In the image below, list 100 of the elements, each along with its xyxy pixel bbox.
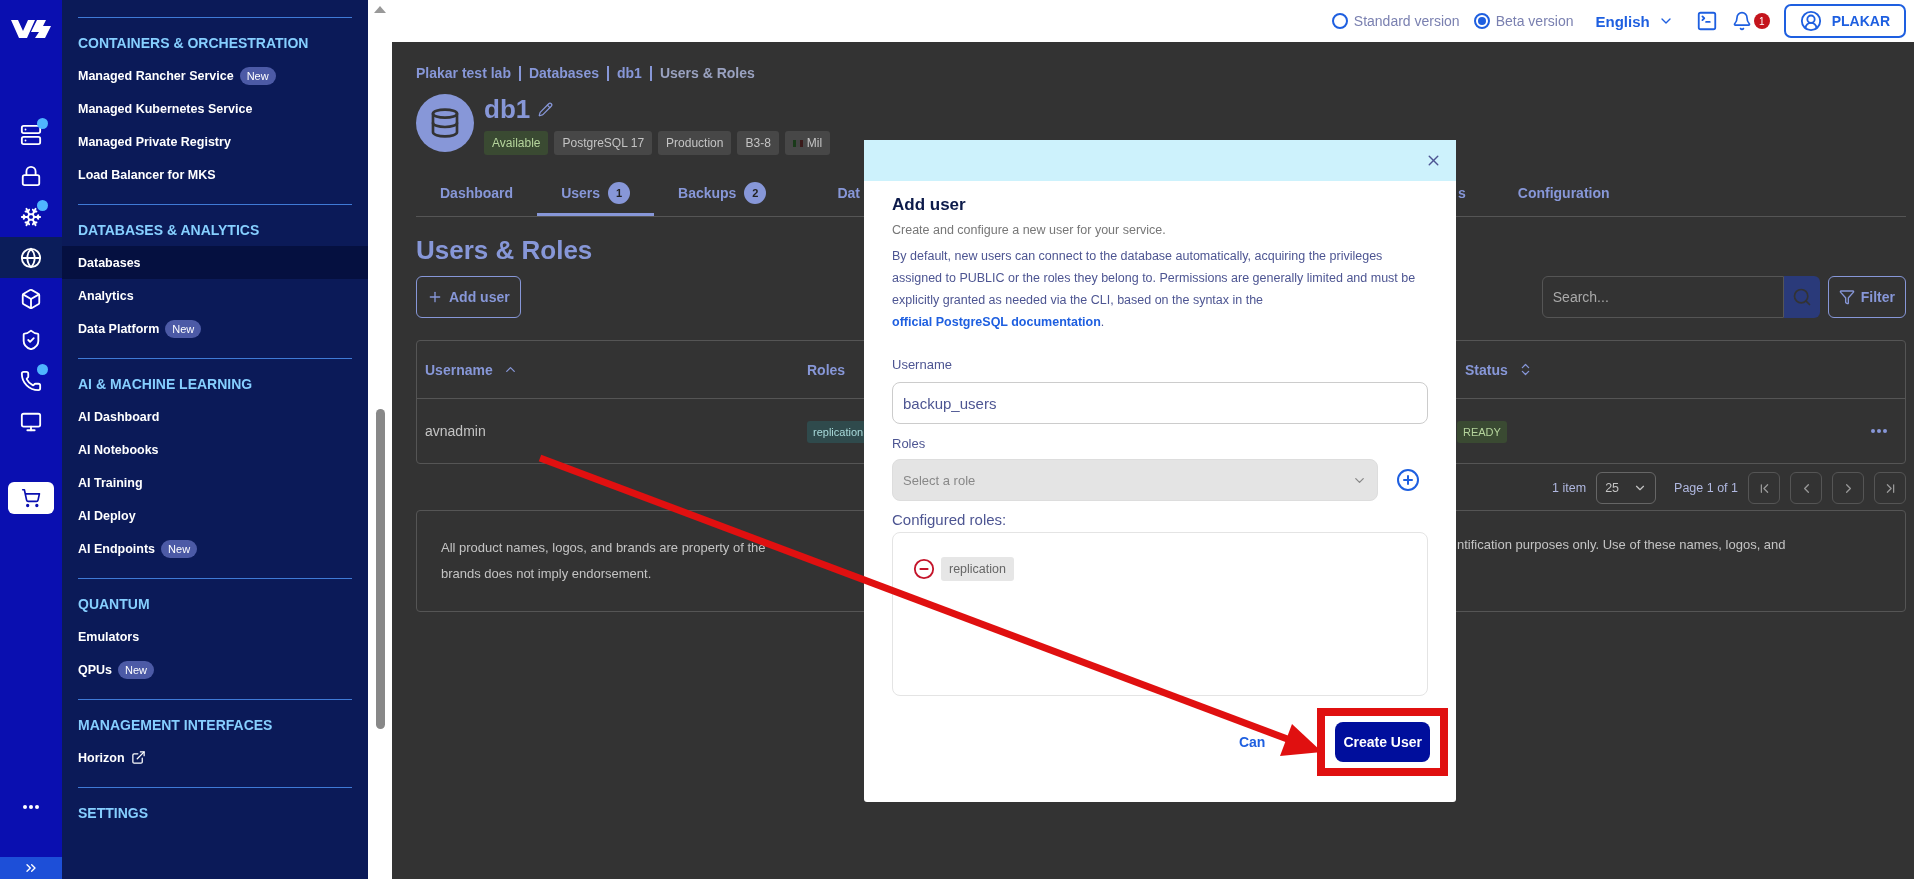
- last-page-button[interactable]: [1874, 472, 1906, 504]
- add-role-button[interactable]: [1396, 468, 1420, 492]
- nav-item[interactable]: AI Endpoints New: [62, 532, 368, 565]
- nav-section-title: MANAGEMENT INTERFACES: [78, 717, 274, 733]
- nav-item[interactable]: QPUs New: [62, 653, 368, 686]
- documentation-link[interactable]: official PostgreSQL documentation: [892, 315, 1101, 329]
- column-header[interactable]: Roles: [799, 361, 865, 378]
- column-header[interactable]: Status: [1457, 361, 1533, 378]
- status-tag: READY: [1457, 421, 1507, 443]
- expand-button[interactable]: [0, 857, 62, 879]
- nav-item[interactable]: AI Notebooks: [62, 433, 368, 466]
- nav-item-label: Emulators: [78, 629, 140, 644]
- nav-item[interactable]: Load Balancer for MKS: [62, 158, 368, 191]
- minus-circle-icon: [913, 558, 935, 580]
- plus-icon: [427, 289, 443, 305]
- nav-item[interactable]: Analytics: [62, 279, 368, 312]
- nav-item-label: Analytics: [78, 288, 134, 303]
- nav-item-label: Databases: [78, 255, 141, 270]
- pencil-icon[interactable]: [538, 102, 554, 117]
- search-field[interactable]: Search...: [1541, 276, 1784, 318]
- dialog-title: Add user: [892, 195, 967, 215]
- nav-item-label: QPUs: [78, 662, 113, 677]
- row-menu-button[interactable]: [1871, 429, 1887, 433]
- tab[interactable]: Dat: [835, 173, 864, 216]
- nav-item-label: AI Endpoints: [78, 541, 156, 556]
- account-button[interactable]: PLAKAR: [1783, 4, 1906, 38]
- first-page-button[interactable]: [1748, 472, 1780, 504]
- field-label: Roles: [892, 436, 927, 451]
- terminal-icon: [1695, 10, 1718, 32]
- nav-item[interactable]: Databases: [62, 246, 368, 279]
- info-tag: Production: [658, 131, 732, 155]
- info-paragraph: By default, new users can connect to the database automatically, acquiring the privileges assigned to PUBLIC or the roles they belong to. Permissions are generally limited and must be explicitly granted as needed via the CLI, based on the syntax in the official PostgreSQL documentation.: [892, 248, 1417, 331]
- cart-icon: [21, 488, 41, 508]
- nav-item[interactable]: AI Training: [62, 466, 368, 499]
- more-icon: [23, 805, 39, 809]
- phone-icon: [20, 369, 42, 392]
- nav-item-label: AI Deploy: [78, 508, 136, 523]
- cancel-link[interactable]: Can: [1238, 734, 1266, 750]
- column-header[interactable]: Username: [417, 361, 799, 378]
- role-select[interactable]: Select a role: [892, 459, 1378, 501]
- database-icon: [416, 94, 474, 152]
- filter-button[interactable]: Filter: [1827, 276, 1906, 318]
- nav-item[interactable]: AI Dashboard: [62, 400, 368, 433]
- monitor-icon: [20, 410, 42, 433]
- cart-button[interactable]: [8, 482, 54, 514]
- notifications-button[interactable]: 1: [1731, 11, 1770, 31]
- nav-section-title: AI & MACHINE LEARNING: [78, 376, 254, 392]
- new-badge: New: [118, 660, 155, 679]
- tab-count: 2: [744, 182, 767, 204]
- new-badge: New: [165, 319, 202, 338]
- page-indicator: Page 1 of 1: [1674, 481, 1738, 495]
- language-select[interactable]: English: [1595, 12, 1674, 30]
- radio-label: Standard version: [1353, 13, 1460, 29]
- disclaimer-text: ntification purposes only. Use of these names, logos, and: [1457, 537, 1786, 552]
- tab[interactable]: Configuration: [1493, 173, 1634, 216]
- version-radio[interactable]: Standard version: [1331, 13, 1460, 29]
- nav-item-label: Horizon: [78, 750, 125, 765]
- breadcrumb-link[interactable]: Plakar test lab: [416, 65, 511, 81]
- nav-item[interactable]: Managed Private Registry: [62, 125, 368, 158]
- version-radio[interactable]: Beta version: [1473, 13, 1574, 29]
- nav-section-title: QUANTUM: [78, 596, 151, 612]
- nav-item-label: Data Platform: [78, 321, 160, 336]
- nav-item[interactable]: Data Platform New: [62, 312, 368, 345]
- new-badge: New: [239, 66, 276, 85]
- remove-role-button[interactable]: [913, 558, 935, 580]
- radio-icon[interactable]: [1331, 13, 1348, 29]
- nav-item[interactable]: Managed Rancher Service New: [62, 59, 368, 92]
- tab[interactable]: Backups 2: [654, 173, 791, 216]
- info-tag: B3-8: [737, 131, 779, 155]
- rail-item[interactable]: [0, 237, 62, 278]
- more-icon: [1871, 429, 1887, 433]
- tab[interactable]: Dashboard: [416, 173, 538, 216]
- nav-item[interactable]: AI Deploy: [62, 499, 368, 532]
- scrollbar-thumb[interactable]: [375, 409, 385, 729]
- tab[interactable]: s: [1456, 173, 1470, 216]
- tab[interactable]: Users 1: [537, 173, 655, 216]
- create-user-button[interactable]: Create User: [1335, 722, 1430, 762]
- breadcrumb-link[interactable]: db1: [617, 65, 642, 81]
- field-label: Configured roles:: [892, 511, 1008, 528]
- radio-icon[interactable]: [1473, 13, 1490, 29]
- info-tag: PostgreSQL 17: [554, 131, 653, 155]
- breadcrumb-link[interactable]: Databases: [528, 65, 599, 81]
- bell-icon: [1731, 11, 1752, 31]
- box-icon: [20, 287, 42, 310]
- nav-item[interactable]: Managed Kubernetes Service: [62, 92, 368, 125]
- nav-item-label: Managed Rancher Service: [78, 68, 234, 83]
- logo-icon[interactable]: [9, 18, 53, 40]
- radio-label: Beta version: [1495, 13, 1574, 29]
- terminal-button[interactable]: [1695, 10, 1718, 32]
- search-icon: [1791, 287, 1812, 307]
- page-size-select[interactable]: 25: [1596, 472, 1657, 504]
- add-user-button[interactable]: Add user: [416, 276, 521, 318]
- new-badge: New: [161, 539, 198, 558]
- disclaimer-text: brands does not imply endorsement.: [441, 565, 653, 583]
- server-icon: [20, 123, 42, 146]
- username-field[interactable]: backup_users: [892, 382, 1428, 424]
- breadcrumb-link[interactable]: Users & Roles: [659, 65, 755, 81]
- nav-item[interactable]: Emulators: [62, 620, 368, 653]
- nav-section-title: SETTINGS: [78, 805, 149, 821]
- nav-item[interactable]: Horizon: [62, 741, 368, 774]
